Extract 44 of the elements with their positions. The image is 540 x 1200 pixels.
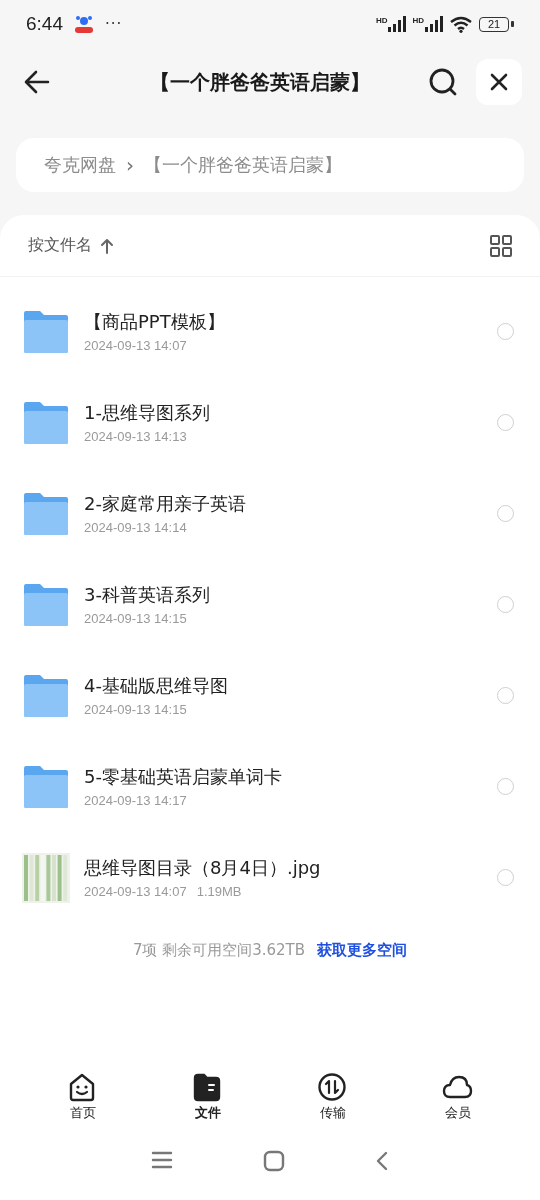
- file-name[interactable]: 2-家庭常用亲子英语: [84, 492, 497, 516]
- signal-icon: [425, 16, 443, 32]
- file-name[interactable]: 4-基础版思维导图: [84, 674, 497, 698]
- hd-label: HD: [375, 16, 388, 25]
- close-button[interactable]: [476, 59, 522, 105]
- nav-tab[interactable]: 首页: [59, 1070, 106, 1124]
- file-name[interactable]: 【商品PPT模板】: [84, 310, 497, 334]
- folder-icon: [192, 1072, 223, 1103]
- nav-tab[interactable]: 会员: [434, 1070, 481, 1124]
- clock-text: 6:44: [26, 13, 63, 35]
- file-date: 2024-09-13 14:17: [84, 793, 187, 808]
- file-name[interactable]: 3-科普英语系列: [84, 583, 497, 607]
- hd-label: HD: [412, 16, 424, 25]
- wifi-icon: [449, 15, 473, 33]
- file-name[interactable]: 5-零基础英语启蒙单词卡: [84, 765, 497, 789]
- file-date: 2024-09-13 14:07: [84, 338, 187, 353]
- paw-icon: [73, 13, 95, 35]
- up-arrow-icon[interactable]: [100, 237, 114, 254]
- file-size: 1.19MB: [196, 884, 242, 899]
- file-date: 2024-09-13 14:14: [84, 520, 187, 535]
- file-date: 2024-09-13 14:13: [84, 429, 187, 444]
- signal-icon: [388, 16, 407, 32]
- grid-view-icon[interactable]: [490, 234, 512, 257]
- sort-label[interactable]: 按文件名: [28, 235, 92, 256]
- menu-icon[interactable]: [151, 1150, 173, 1170]
- nav-tab[interactable]: 传输: [309, 1070, 356, 1124]
- file-date: 2024-09-13 14:15: [84, 702, 187, 717]
- breadcrumb-separator: ›: [126, 153, 134, 177]
- page-title: 【一个胖爸爸英语启蒙】: [149, 68, 371, 96]
- nav-tab[interactable]: 文件: [184, 1070, 231, 1124]
- breadcrumb-item[interactable]: 【一个胖爸爸英语启蒙】: [144, 153, 342, 177]
- search-icon[interactable]: [428, 67, 458, 97]
- file-name[interactable]: 1-思维导图系列: [84, 401, 497, 425]
- transfer-icon: [317, 1072, 348, 1103]
- file-date: 2024-09-13 14:15: [84, 611, 187, 626]
- more-text: ···: [105, 15, 123, 33]
- file-name[interactable]: 思维导图目录（8月4日）.jpg: [84, 856, 497, 880]
- battery-level: 21: [479, 16, 509, 32]
- close-icon: [490, 73, 508, 91]
- home-square-icon[interactable]: [263, 1150, 285, 1172]
- back-icon[interactable]: [375, 1150, 389, 1172]
- storage-summary: 7项 剩余可用空间3.62TB: [132, 941, 306, 960]
- file-date: 2024-09-13 14:07: [84, 884, 187, 899]
- more-space-link[interactable]: 获取更多空间: [317, 941, 408, 960]
